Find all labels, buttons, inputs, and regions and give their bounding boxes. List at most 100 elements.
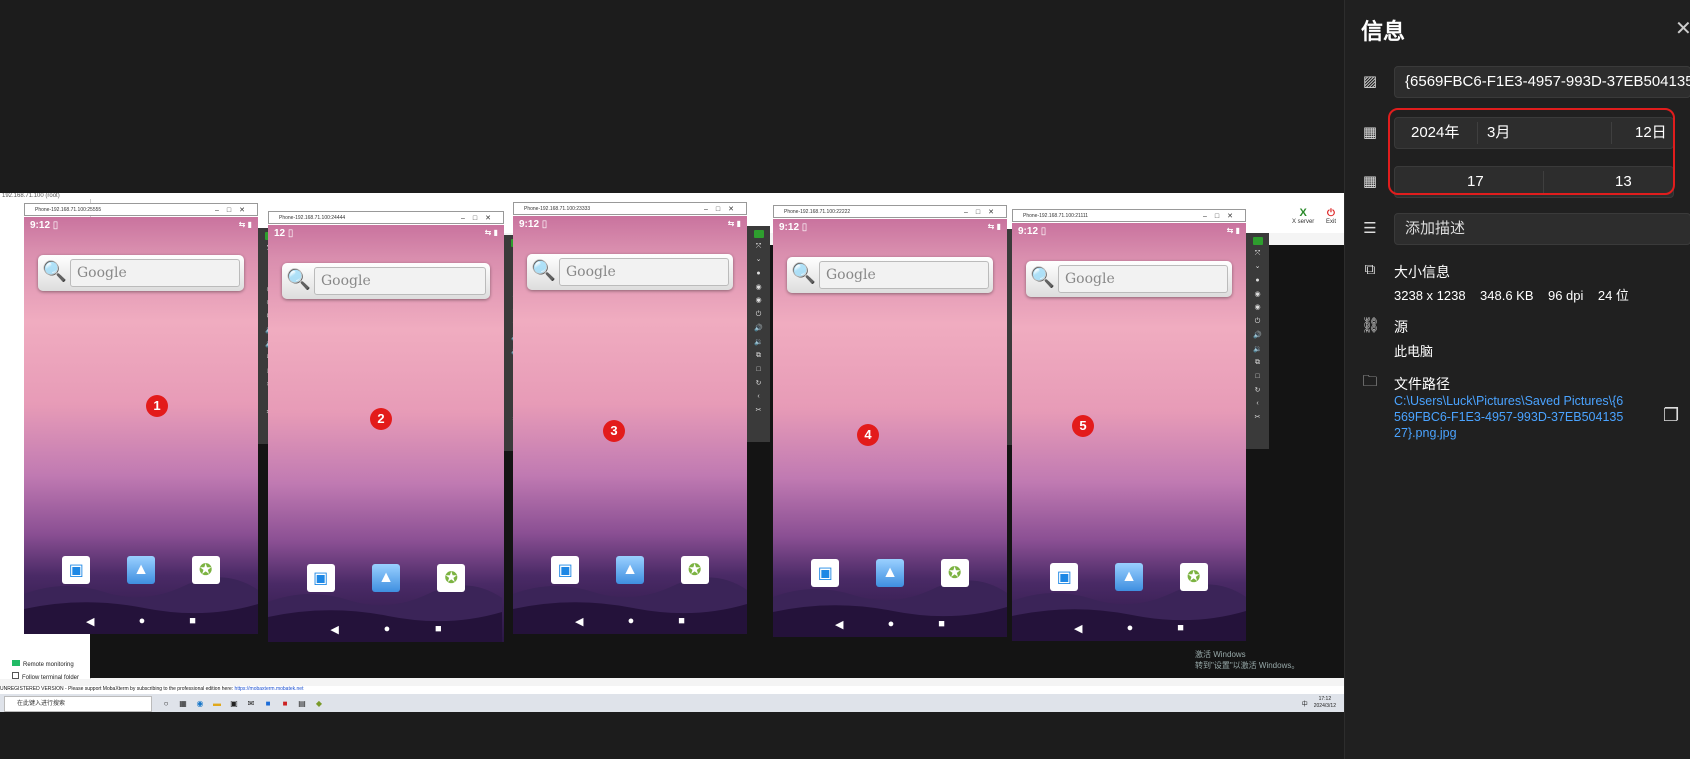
app-icon: ■ [282,698,288,708]
number-badge: 5 [1072,415,1094,437]
phone-window-title: Phone-192.168.71.100:24444 –□✕ [268,211,504,224]
magnifier-icon: 🔍 [42,261,67,283]
number-badge: 1 [146,395,168,417]
scrcpy-side-toolbar: ⤧ ⌄ ● ◉ ◉ ⏻ 🔊 🔉 ⧉ □ ↻ ‹ ✂ [1246,233,1269,449]
panel-title: 信息 [1361,19,1406,44]
phone-nav-bar: ◀ ● ■ [513,615,747,628]
file-path-link[interactable]: C:\Users\Luck\Pictures\Saved Pictures\{6… [1394,393,1624,441]
toolbar-button-icon: 🔉 [754,338,763,346]
app-dock: ▣ ▲ ✪ [1032,563,1226,591]
image-viewer: 192.168.71.100 (root) XX server ⏻ Exit Re… [0,0,1344,759]
phone-screen: 9:12 ▯ ⇆ ▮ 🔍 Google ▣ ▲ ✪ ◀ ● ■ [773,219,1007,637]
toolbar-button-icon: □ [1255,372,1260,380]
contacts-icon: ▣ [1050,563,1079,591]
toolbar-button-icon: ✂ [1254,413,1261,421]
toolbar-button-icon: ⌄ [755,256,762,264]
magnifier-icon: 🔍 [791,263,816,285]
phone-window: Phone-192.168.71.100:24444 –□✕ 12 ▯ ⇆ ▮ 🔍 Goo… [268,211,504,642]
app-dock: ▣ ▲ ✪ [44,556,238,584]
status-indicator [753,230,764,238]
home-icon: ● [383,623,391,635]
toolbar-button-icon: ◉ [1254,304,1261,312]
phone-status-bar: 9:12 ▯ ⇆ ▮ [519,219,741,230]
contacts-icon: ▣ [62,556,91,584]
magnifier-icon: 🔍 [531,260,556,282]
google-search-widget: 🔍 Google [282,263,490,299]
app-icon: ■ [265,698,271,708]
google-search-widget: 🔍 Google [527,254,733,290]
phone-nav-bar: ◀ ● ■ [773,618,1007,631]
link-icon: ⛓ [1361,317,1381,334]
gallery-icon: ▲ [875,559,904,587]
phone-window: Phone-192.168.71.100:22222 –□✕ 9:12 ▯ ⇆ ▮ 🔍 G… [773,205,1007,637]
contacts-icon: ▣ [551,556,580,584]
app-dock: ▣ ▲ ✪ [288,564,484,592]
scrcpy-side-toolbar: ⤧ ⌄ ● ◉ ◉ ⏻ 🔊 🔉 ⧉ □ ↻ ‹ ✂ [747,226,770,442]
phone-screen: 12 ▯ ⇆ ▮ 🔍 Google ▣ ▲ ✪ ◀ ● ■ [268,225,504,642]
folder-icon: ▬ [213,698,221,708]
google-search-widget: 🔍 Google [38,255,244,291]
size-values: 3238 x 1238 348.6 KB 96 dpi 24 位 [1394,288,1629,303]
toolbar-button-icon: ◉ [1254,290,1261,298]
info-panel: 信息 ✕ ▨ {6569FBC6-F1E3-4957-993D-37EB5041… [1344,0,1690,759]
store-icon: ▣ [230,698,238,708]
phone-screen: 9:12 ▯ ⇆ ▮ 🔍 Google ▣ ▲ ✪ ◀ ● ■ [513,216,747,634]
status-indicator [1252,237,1263,245]
phone-status-bar: 9:12 ▯ ⇆ ▮ [30,220,252,231]
mobaxterm-right-tools: XX server ⏻ Exit [1291,207,1336,225]
phone-screen: 9:12 ▯ ⇆ ▮ 🔍 Google ▣ ▲ ✪ ◀ ● ■ [24,217,258,634]
taskbar-search: 在此键入进行搜索 [4,696,152,712]
home-icon: ● [1126,622,1134,634]
file-name-field[interactable]: {6569FBC6-F1E3-4957-993D-37EB50413527} [1394,66,1690,98]
magnifier-icon: 🔍 [1030,267,1055,289]
home-icon: ● [138,615,146,627]
toolbar-button-icon: ↻ [1254,386,1261,394]
tray-lang: 中 [1301,701,1308,708]
back-icon: ◀ [86,616,95,628]
toolbar-button-icon: ⌄ [1254,263,1261,271]
task-view-icon: ○ [163,698,169,708]
number-badge: 3 [603,420,625,442]
gallery-icon: ▲ [1114,563,1143,591]
recents-icon: ■ [678,615,685,627]
exit-label: Exit [1325,219,1336,225]
home-icon: ● [627,615,635,627]
phone-status-bar: 12 ▯ ⇆ ▮ [274,228,498,239]
phone-nav-bar: ◀ ● ■ [24,615,258,628]
source-label: 源 [1394,319,1408,335]
remote-monitoring: Remote monitoring Follow terminal folder [12,659,79,685]
phone-nav-bar: ◀ ● ■ [1012,622,1246,635]
phone-window-title: Phone-192.168.71.100:23333 –□✕ [513,202,747,215]
number-badge: 2 [370,408,392,430]
close-icon[interactable]: ✕ [1675,16,1690,41]
home-icon: ● [887,618,895,630]
toolbar-button-icon: ⧉ [756,352,761,360]
path-label: 文件路径 [1394,376,1450,392]
edge-icon: ◉ [196,698,204,708]
number-badge: 4 [857,424,879,446]
terminal-icon: ▤ [298,698,306,708]
phone-screen: 9:12 ▯ ⇆ ▮ 🔍 Google ▣ ▲ ✪ ◀ ● ■ [1012,223,1246,641]
copy-icon[interactable]: ❐ [1663,405,1679,426]
toolbar-button-icon: ↻ [755,379,762,387]
toolbar-button-icon: 🔉 [1253,345,1262,353]
toolbar-button-icon: ⏻ [1254,318,1261,326]
calendar-icon: ▦ [1362,124,1378,141]
google-search-widget: 🔍 Google [787,257,993,293]
phone-window-title: Phone-192.168.71.100:21111 –□✕ [1012,209,1246,222]
gallery-icon: ▲ [615,556,644,584]
phone-window-title: Phone-192.168.71.100:25555 –□✕ [24,203,258,216]
recents-icon: ■ [1177,622,1184,634]
grid-icon: ▦ [179,698,187,708]
recents-icon: ■ [189,615,196,627]
phone-window: Phone-192.168.71.100:25555 –□✕ 9:12 ▯ ⇆ ▮ 🔍 G… [24,203,258,634]
toolbar-button-icon: ● [756,270,761,278]
app-dock: ▣ ▲ ✪ [793,559,987,587]
toolbar-button-icon: ✂ [755,406,762,414]
description-field[interactable]: 添加描述 [1394,213,1690,245]
toolbar-button-icon: ‹ [1256,400,1259,408]
recents-icon: ■ [434,623,442,635]
taskbar-icons: ○ ▦ ◉ ▬ ▣ ✉ ■ ■ ▤ ◆ [160,697,325,709]
toolbar-button-icon: ‹ [757,393,760,401]
android-icon: ✪ [680,556,709,584]
